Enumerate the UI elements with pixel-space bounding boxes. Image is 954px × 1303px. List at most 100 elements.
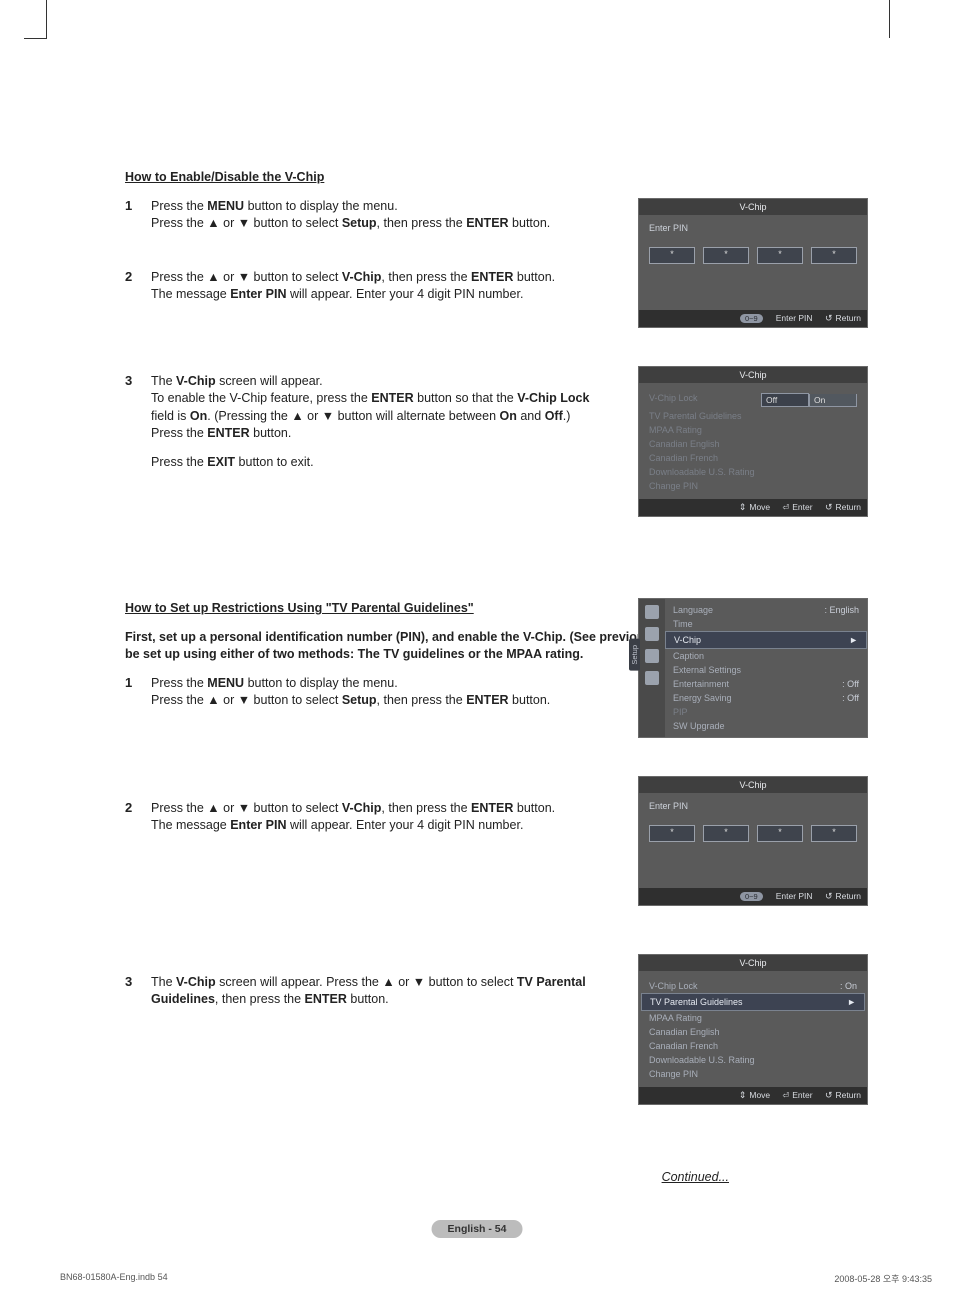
menu-row-label: Change PIN	[649, 481, 698, 491]
menu-row-label: V-Chip Lock	[649, 393, 698, 407]
return-hint: Return	[825, 1090, 861, 1100]
pin-box[interactable]: *	[811, 247, 857, 264]
continued-label: Continued...	[662, 1170, 729, 1184]
menu-row[interactable]: MPAA Rating	[649, 423, 857, 437]
menu-row-label: Energy Saving	[673, 693, 732, 703]
step-number: 1	[125, 675, 151, 710]
pin-box[interactable]: *	[649, 825, 695, 842]
osd-title: V-Chip	[639, 367, 867, 383]
enter-hint: Enter	[783, 1090, 813, 1100]
pin-box[interactable]: *	[757, 825, 803, 842]
osd-footer: 0~9Enter PIN Return	[639, 310, 867, 327]
key-0-9-badge: 0~9	[740, 314, 763, 323]
dropdown-option[interactable]: On	[809, 394, 857, 407]
footer-filename: BN68-01580A-Eng.indb 54	[60, 1272, 168, 1282]
menu-row-label: Caption	[673, 651, 704, 661]
menu-icon	[645, 671, 659, 685]
instruction-step: 3The V-Chip screen will appear. Press th…	[125, 974, 615, 1009]
menu-row[interactable]: Canadian English	[649, 1025, 857, 1039]
osd-footer: Move Enter Return	[639, 1087, 867, 1104]
step-number: 3	[125, 974, 151, 1009]
menu-row-label: External Settings	[673, 665, 741, 675]
step-body: Press the ▲ or ▼ button to select V-Chip…	[151, 800, 615, 835]
dropdown-option[interactable]: Off	[761, 393, 809, 407]
menu-row[interactable]: Change PIN	[649, 479, 857, 493]
menu-icon	[645, 605, 659, 619]
osd-enter-pin-2: V-Chip Enter PIN * * * * 0~9Enter PIN Re…	[638, 776, 868, 906]
menu-row-label: Canadian French	[649, 1041, 718, 1051]
menu-row[interactable]: Caption	[673, 649, 859, 663]
step-body: The V-Chip screen will appear. Press the…	[151, 974, 615, 1009]
menu-row-label: Canadian English	[649, 1027, 720, 1037]
step-body: Press the MENU button to display the men…	[151, 198, 615, 233]
menu-row[interactable]: Entertainment: Off	[673, 677, 859, 691]
pin-box[interactable]: *	[757, 247, 803, 264]
setup-icon-column	[639, 599, 665, 737]
menu-row[interactable]: MPAA Rating	[649, 1011, 857, 1025]
pin-row: * * * *	[649, 247, 857, 264]
menu-row[interactable]: Change PIN	[649, 1067, 857, 1081]
menu-row[interactable]: V-Chip Lock OffOn	[649, 391, 857, 409]
instruction-step: 1Press the MENU button to display the me…	[125, 675, 615, 710]
menu-row[interactable]: Time	[673, 617, 859, 631]
osd-footer: 0~9Enter PIN Return	[639, 888, 867, 905]
return-hint: Return	[825, 313, 861, 324]
enter-hint: Enter	[783, 502, 813, 512]
instruction-step: 2Press the ▲ or ▼ button to select V-Chi…	[125, 269, 615, 304]
menu-row-label: Downloadable U.S. Rating	[649, 467, 755, 477]
menu-row[interactable]: V-Chip Lock : On	[649, 979, 857, 993]
menu-row-value: : On	[840, 981, 857, 991]
menu-row[interactable]: Downloadable U.S. Rating	[649, 465, 857, 479]
instruction-step: 2Press the ▲ or ▼ button to select V-Chi…	[125, 800, 615, 835]
osd-enter-pin-1: V-Chip Enter PIN * * * * 0~9Enter PIN Re…	[638, 198, 868, 328]
menu-row[interactable]: V-Chip►	[665, 631, 867, 649]
osd-footer: Move Enter Return	[639, 499, 867, 516]
menu-row[interactable]: External Settings	[673, 663, 859, 677]
menu-row[interactable]: TV Parental Guidelines►	[641, 993, 865, 1011]
chevron-right-icon: ►	[847, 997, 856, 1007]
pin-box[interactable]: *	[703, 825, 749, 842]
menu-row[interactable]: Canadian French	[649, 451, 857, 465]
menu-row[interactable]: PIP	[673, 705, 859, 719]
menu-row-label: Downloadable U.S. Rating	[649, 1055, 755, 1065]
step-number: 1	[125, 198, 151, 233]
pin-box[interactable]: *	[649, 247, 695, 264]
pin-box[interactable]: *	[811, 825, 857, 842]
crop-mark-tl	[24, 0, 47, 39]
page-badge: English - 54	[432, 1220, 523, 1238]
footer-timestamp: 2008-05-28 오후 9:43:35	[834, 1272, 932, 1285]
menu-row-label: Time	[673, 619, 693, 629]
page: How to Enable/Disable the V-Chip 1Press …	[0, 0, 954, 1303]
menu-row-label: Canadian French	[649, 453, 718, 463]
instruction-step: 3The V-Chip screen will appear.To enable…	[125, 373, 615, 471]
enter-pin-label: Enter PIN	[649, 801, 857, 811]
move-hint: Move	[739, 1090, 770, 1100]
instruction-step: 1Press the MENU button to display the me…	[125, 198, 615, 233]
menu-row[interactable]: Canadian French	[649, 1039, 857, 1053]
menu-row[interactable]: Language: English	[673, 603, 859, 617]
menu-row[interactable]: Downloadable U.S. Rating	[649, 1053, 857, 1067]
step-number: 3	[125, 373, 151, 471]
step-body: The V-Chip screen will appear.To enable …	[151, 373, 615, 471]
step-body: Press the MENU button to display the men…	[151, 675, 615, 710]
key-0-9-badge: 0~9	[740, 892, 763, 901]
menu-row-label: Change PIN	[649, 1069, 698, 1079]
menu-row[interactable]: TV Parental Guidelines	[649, 409, 857, 423]
dropdown[interactable]: OffOn	[761, 393, 857, 407]
step-number: 2	[125, 269, 151, 304]
osd-title: V-Chip	[639, 199, 867, 215]
menu-row[interactable]: Energy Saving: Off	[673, 691, 859, 705]
menu-row-label: Entertainment	[673, 679, 729, 689]
menu-row-label: MPAA Rating	[649, 1013, 702, 1023]
menu-icon	[645, 627, 659, 641]
menu-row-label: Canadian English	[649, 439, 720, 449]
pin-box[interactable]: *	[703, 247, 749, 264]
menu-row-label: V-Chip	[674, 635, 701, 645]
menu-row-label: MPAA Rating	[649, 425, 702, 435]
pin-row: * * * *	[649, 825, 857, 842]
menu-row[interactable]: Canadian English	[649, 437, 857, 451]
menu-row[interactable]: SW Upgrade	[673, 719, 859, 733]
menu-row-label: V-Chip Lock	[649, 981, 698, 991]
move-hint: Move	[739, 502, 770, 512]
return-hint: Return	[825, 502, 861, 512]
